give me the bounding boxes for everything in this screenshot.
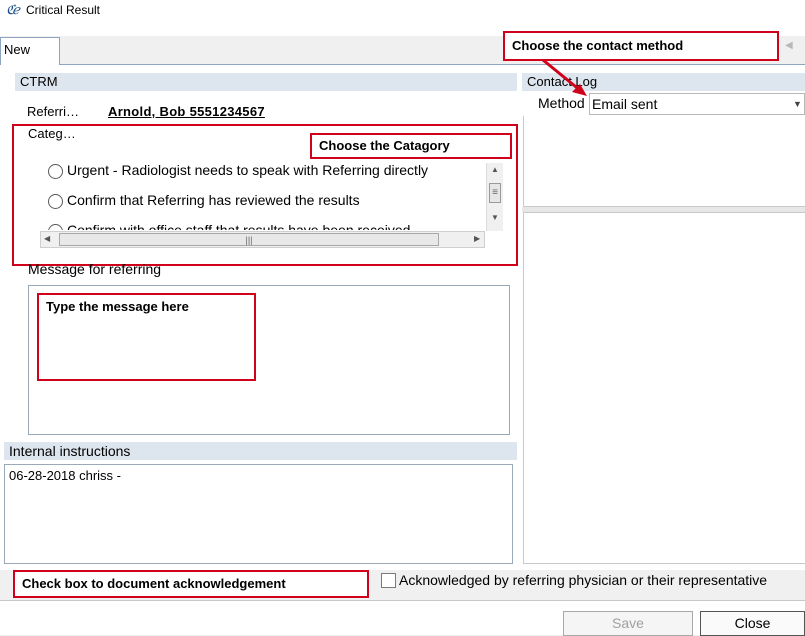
method-dropdown[interactable]: Email sent ▼	[589, 93, 805, 115]
message-label: Message for referring	[28, 261, 162, 277]
contact-log-history-pane[interactable]	[523, 212, 805, 564]
ctrm-header: CTRM	[15, 73, 517, 91]
button-bar-divider	[0, 600, 805, 601]
contact-log-entry-pane[interactable]	[523, 116, 805, 207]
method-selected-value: Email sent	[592, 96, 658, 112]
chevron-down-icon[interactable]: ▼	[793, 99, 802, 109]
annotation-arrow-icon	[542, 58, 587, 96]
tab-scroll-left-icon[interactable]: ◀	[785, 40, 793, 51]
internal-instructions-textarea[interactable]: 06-28-2018 chriss -	[4, 464, 513, 564]
annotation-acknowledge: Check box to document acknowledgement	[13, 570, 369, 598]
internal-instructions-header: Internal instructions	[4, 442, 517, 460]
referring-label: Referri…	[27, 104, 80, 119]
acknowledged-checkbox[interactable]	[381, 573, 396, 588]
annotation-message: Type the message here	[37, 293, 256, 381]
critical-result-app-icon: ℭℯ	[6, 3, 20, 18]
tab-new[interactable]: New	[0, 37, 60, 65]
window-title: Critical Result	[26, 3, 101, 17]
annotation-category: Choose the Catagory	[310, 133, 512, 159]
acknowledged-label[interactable]: Acknowledged by referring physician or t…	[399, 572, 805, 588]
referring-link[interactable]: Arnold, Bob 5551234567	[108, 104, 265, 119]
save-button[interactable]: Save	[563, 611, 693, 636]
close-button[interactable]: Close	[700, 611, 805, 636]
